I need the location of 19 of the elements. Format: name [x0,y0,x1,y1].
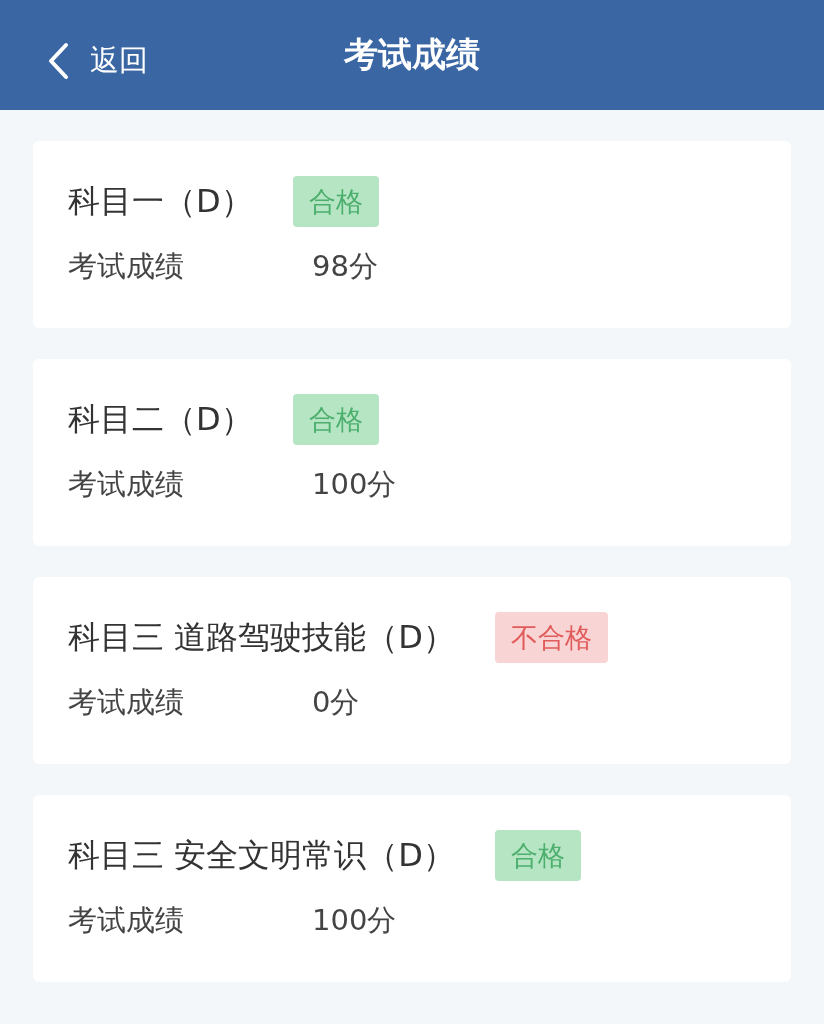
subject-name: 科目三 道路驾驶技能（D） [68,616,455,658]
status-badge: 合格 [292,176,379,227]
status-badge: 合格 [494,830,581,881]
back-button[interactable]: 返回 [46,41,148,81]
status-badge: 不合格 [494,612,608,663]
chevron-left-icon [46,42,70,80]
subject-name: 科目一（D） [68,180,253,222]
subject-name: 科目二（D） [68,398,253,440]
score-value: 98分 [312,248,378,285]
score-value: 100分 [312,466,397,503]
subject-name: 科目三 安全文明常识（D） [68,834,455,876]
status-badge: 合格 [292,394,379,445]
score-value: 0分 [312,684,360,721]
score-label: 考试成绩 [68,902,185,939]
score-label: 考试成绩 [68,684,185,721]
page-title: 考试成绩 [344,33,480,76]
score-label: 考试成绩 [68,466,185,503]
score-value: 100分 [312,902,397,939]
score-label: 考试成绩 [68,248,185,285]
